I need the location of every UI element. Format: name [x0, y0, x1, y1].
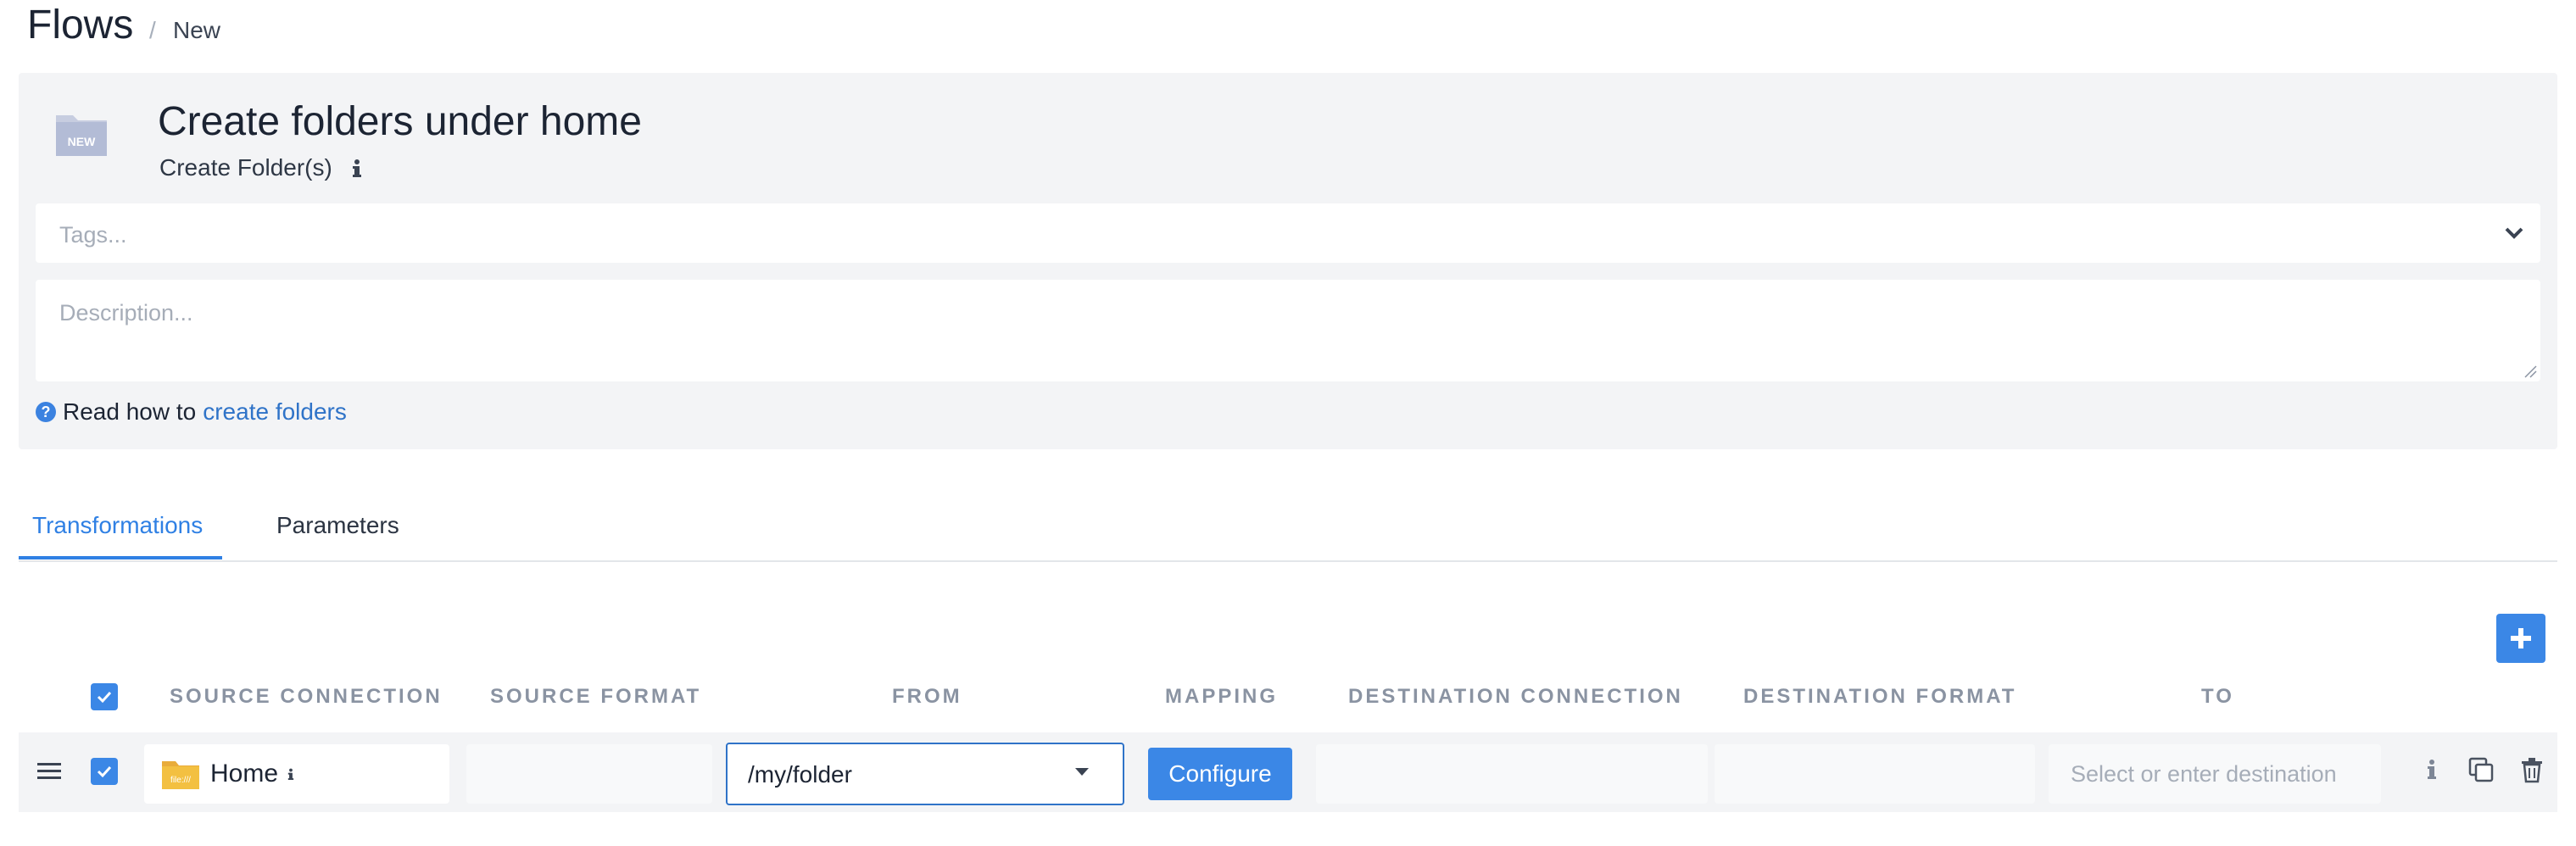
add-transformation-button[interactable]: [2496, 614, 2545, 663]
trash-icon[interactable]: [2518, 756, 2545, 783]
info-icon[interactable]: [285, 764, 297, 784]
folder-icon-label: file:///: [170, 776, 191, 785]
new-icon-label: NEW: [68, 135, 96, 148]
folder-icon: file:///: [162, 761, 199, 789]
help-text: ? Read how to create folders: [36, 398, 347, 426]
breadcrumb-separator: /: [149, 17, 156, 43]
to-input[interactable]: Select or enter destination: [2049, 744, 2381, 804]
flow-name[interactable]: Create folders under home: [158, 98, 642, 145]
breadcrumb-current: New: [173, 17, 221, 43]
info-icon[interactable]: [348, 158, 366, 178]
destination-format-cell[interactable]: [1715, 744, 2035, 804]
create-folders-link[interactable]: create folders: [203, 398, 347, 426]
description-placeholder: Description...: [59, 300, 193, 326]
help-prefix: Read how to: [63, 398, 197, 425]
description-textarea[interactable]: Description...: [36, 280, 2540, 381]
header-destination-connection: DESTINATION CONNECTION: [1348, 685, 1683, 708]
source-connection-name: Home: [210, 760, 279, 788]
checkbox-icon: [97, 765, 112, 778]
source-format-cell[interactable]: [466, 744, 712, 804]
info-icon[interactable]: [2418, 756, 2445, 783]
header-source-connection: SOURCE CONNECTION: [170, 685, 443, 708]
tags-placeholder: Tags...: [59, 222, 127, 248]
from-value: /my/folder: [748, 761, 852, 788]
question-icon: ?: [36, 402, 56, 422]
table-row: file:/// Home /my/folder Configure Selec…: [19, 732, 2557, 812]
flow-type-label: Create Folder(s): [159, 154, 366, 181]
tab-transformations[interactable]: Transformations: [32, 512, 203, 539]
copy-icon[interactable]: [2467, 756, 2495, 783]
flow-type-text: Create Folder(s): [159, 154, 332, 181]
active-tab-indicator: [19, 556, 222, 559]
caret-down-icon[interactable]: [1075, 768, 1089, 776]
tags-select[interactable]: Tags...: [36, 203, 2540, 263]
header-to: TO: [2201, 685, 2234, 708]
drag-handle-icon[interactable]: [37, 761, 61, 782]
header-from: FROM: [892, 685, 962, 708]
checkbox-icon: [97, 691, 112, 704]
tab-parameters[interactable]: Parameters: [276, 512, 399, 539]
configure-button[interactable]: Configure: [1148, 748, 1292, 800]
header-destination-format: DESTINATION FORMAT: [1743, 685, 2017, 708]
breadcrumb-flows[interactable]: Flows: [27, 2, 133, 49]
row-checkbox[interactable]: [91, 758, 118, 785]
source-connection-cell[interactable]: file:/// Home: [144, 744, 449, 804]
chevron-down-icon[interactable]: [2503, 222, 2525, 244]
destination-connection-cell[interactable]: [1316, 744, 1708, 804]
new-folder-icon: NEW: [56, 115, 107, 156]
flow-header-panel: NEW Create folders under home Create Fol…: [19, 73, 2557, 449]
plus-icon: [2511, 628, 2531, 648]
resize-handle-icon[interactable]: [2523, 365, 2537, 378]
header-mapping: MAPPING: [1165, 685, 1279, 708]
header-source-format: SOURCE FORMAT: [490, 685, 702, 708]
tab-divider: [19, 560, 2557, 562]
select-all-checkbox[interactable]: [91, 683, 118, 710]
to-placeholder: Select or enter destination: [2071, 761, 2337, 787]
from-input[interactable]: /my/folder: [726, 743, 1124, 805]
